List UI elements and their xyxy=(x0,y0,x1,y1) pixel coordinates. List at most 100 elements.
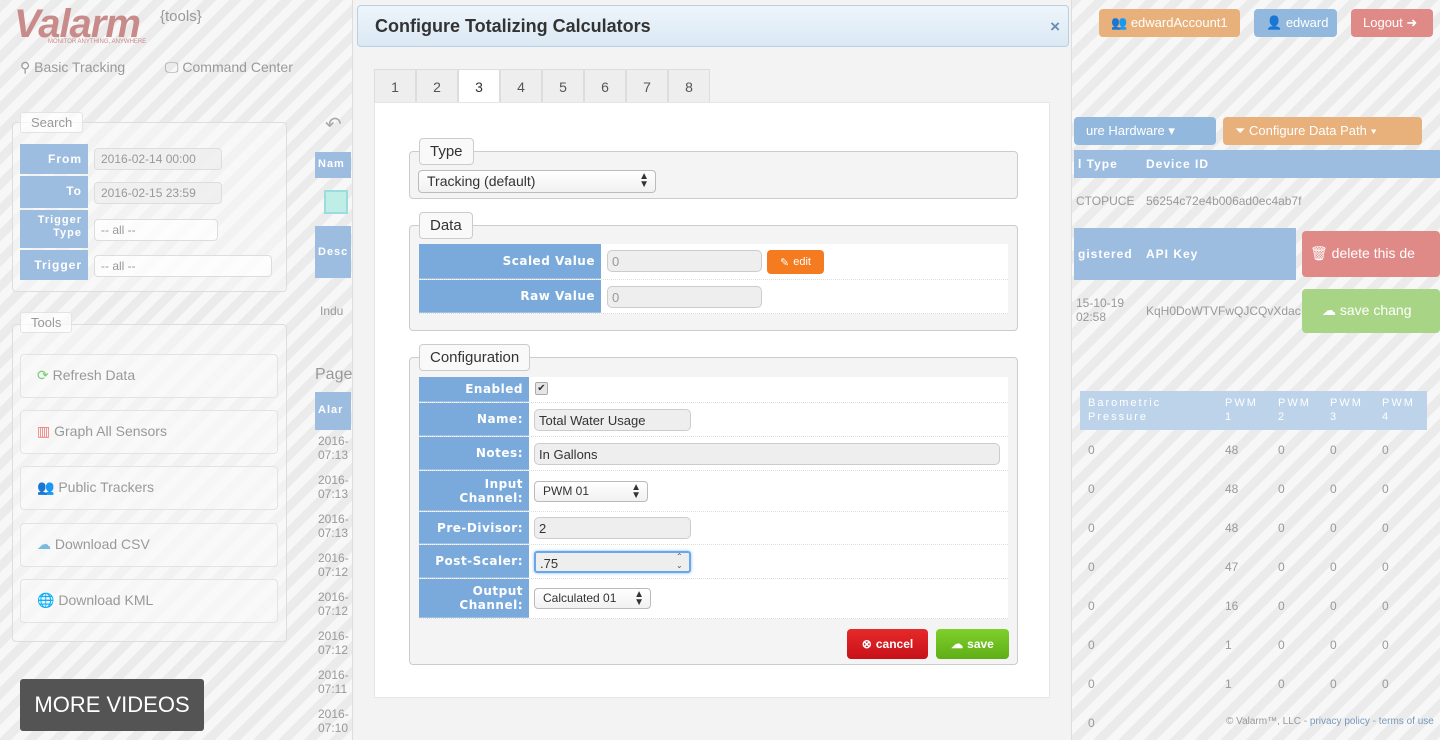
raw-value-label: Raw Value xyxy=(419,280,601,313)
input-channel-selected: PWM 01 xyxy=(543,484,590,498)
post-scaler-input[interactable]: .75 xyxy=(534,551,691,573)
public-trackers-button[interactable]: 👥 Public Trackers xyxy=(20,466,278,510)
tab-5[interactable]: 5 xyxy=(542,69,584,103)
to-input[interactable]: 2016-02-15 23:59 xyxy=(94,182,222,204)
sensor-cell: 0 xyxy=(1330,482,1337,496)
logout-button[interactable]: Logout ➜ xyxy=(1351,9,1433,37)
download-kml-button[interactable]: 🌐 Download KML xyxy=(20,579,278,623)
trigger-type-label: Trigger Type xyxy=(20,210,88,248)
globe-icon: 🌐 xyxy=(37,592,55,608)
timestamp-cell: 2016- 07:12 xyxy=(318,551,349,579)
tab-panel: Type Tracking (default) ▲ ▼ Data Scaled Va… xyxy=(374,102,1050,698)
configure-data-path-label: Configure Data Path xyxy=(1249,123,1367,138)
back-arrow-icon[interactable]: ↶ xyxy=(325,112,342,137)
sensor-header: PWM 4 xyxy=(1382,397,1415,423)
from-input[interactable]: 2016-02-14 00:00 xyxy=(94,148,222,170)
sensor-cell: 0 xyxy=(1330,443,1337,457)
cloud-download-icon: ☁ xyxy=(37,536,51,552)
tab-8[interactable]: 8 xyxy=(668,69,710,103)
trigger-select[interactable]: -- all -- xyxy=(94,255,272,277)
select-arrows-icon: ▲ ▼ xyxy=(631,482,641,501)
data-legend: Data xyxy=(419,212,473,239)
cancel-button[interactable]: ⊗ cancel xyxy=(847,629,928,659)
terms-link[interactable]: terms of use xyxy=(1379,716,1434,727)
trigger-label: Trigger xyxy=(20,250,88,280)
calculator-tabs: 1 2 3 4 5 6 7 8 xyxy=(374,69,710,103)
trigger-type-select[interactable]: -- all -- xyxy=(94,219,218,241)
sensor-cell: 0 xyxy=(1278,560,1285,574)
save-changes-button[interactable]: ☁ save chang xyxy=(1302,289,1440,333)
timestamp-date: 2016- xyxy=(318,434,349,448)
user-label: edward xyxy=(1285,15,1329,30)
edit-icon: ✎ xyxy=(780,256,790,269)
output-channel-select[interactable]: Calculated 01 ▲ ▼ xyxy=(534,588,651,609)
modal-header: Configure Totalizing Calculators × xyxy=(357,5,1069,47)
account-button[interactable]: 👥 edwardAccount1 xyxy=(1099,9,1240,37)
select-arrows-icon: ▲ ▼ xyxy=(639,171,649,190)
tab-6[interactable]: 6 xyxy=(584,69,626,103)
spinner-arrows-icon[interactable]: ⌃ ⌄ xyxy=(676,552,683,570)
api-key-header: API Key xyxy=(1146,247,1199,261)
sensor-cell: 0 xyxy=(1278,482,1285,496)
sensor-cell: 48 xyxy=(1225,482,1239,496)
edit-button[interactable]: ✎ edit xyxy=(767,250,824,274)
more-videos-button[interactable]: MORE VIDEOS xyxy=(20,679,204,731)
nav-basic-tracking[interactable]: ⚲ Basic Tracking xyxy=(20,59,125,76)
timestamp-date: 2016- xyxy=(318,590,349,604)
edit-label: edit xyxy=(793,256,811,268)
configure-data-path-button[interactable]: ⏷ Configure Data Path ▾ xyxy=(1223,117,1422,145)
enabled-checkbox[interactable]: ✔ xyxy=(535,382,548,395)
timestamp-time: 07:10 xyxy=(318,721,349,735)
user-button[interactable]: 👤 edward xyxy=(1254,9,1337,37)
raw-value-input[interactable]: 0 xyxy=(607,286,762,308)
privacy-link[interactable]: privacy policy xyxy=(1310,716,1370,727)
nav-command-center[interactable]: 🖵 Command Center xyxy=(165,59,293,76)
delete-device-button[interactable]: 🗑 delete this de xyxy=(1302,231,1440,277)
scaled-value-input[interactable]: 0 xyxy=(607,250,762,272)
close-icon[interactable]: × xyxy=(1050,17,1060,37)
tool-label: Refresh Data xyxy=(52,367,136,383)
cancel-circle-icon: ⊗ xyxy=(861,637,872,651)
sensor-cell: 0 xyxy=(1088,716,1095,730)
users-icon: 👥 xyxy=(1111,15,1128,30)
input-channel-select[interactable]: PWM 01 ▲ ▼ xyxy=(534,481,648,502)
tab-3[interactable]: 3 xyxy=(458,69,500,103)
color-swatch[interactable] xyxy=(324,190,348,214)
tool-label: Public Trackers xyxy=(58,479,155,495)
sensor-cell: 1 xyxy=(1225,638,1232,652)
sensor-header: PWM 3 xyxy=(1330,397,1363,423)
filter-icon: ⏷ xyxy=(1235,123,1246,138)
configure-hardware-button[interactable]: ure Hardware ▾ xyxy=(1074,117,1216,145)
notes-input[interactable]: In Gallons xyxy=(534,443,1000,465)
sensor-cell: 1 xyxy=(1225,677,1232,691)
name-input[interactable]: Total Water Usage xyxy=(534,409,691,431)
sensor-cell: 48 xyxy=(1225,521,1239,535)
tab-7[interactable]: 7 xyxy=(626,69,668,103)
registered-header-row: gistered API Key xyxy=(1074,228,1296,280)
refresh-data-button[interactable]: ⟳ Refresh Data xyxy=(20,354,278,398)
type-select[interactable]: Tracking (default) ▲ ▼ xyxy=(418,170,656,193)
sensor-cell: 0 xyxy=(1382,560,1389,574)
tab-2[interactable]: 2 xyxy=(416,69,458,103)
account-label: edwardAccount1 xyxy=(1130,15,1228,30)
pre-divisor-input[interactable]: 2 xyxy=(534,517,691,539)
timestamp-cell: 2016- 07:10 xyxy=(318,707,349,735)
cloud-upload-icon: ☁ xyxy=(1322,302,1336,318)
name-label: Name: xyxy=(419,403,529,436)
page-label: Page xyxy=(315,366,353,383)
download-csv-button[interactable]: ☁ Download CSV xyxy=(20,523,278,567)
save-changes-label: save chang xyxy=(1339,302,1412,318)
tab-4[interactable]: 4 xyxy=(500,69,542,103)
timestamp-time: 07:12 xyxy=(318,643,349,657)
tab-1[interactable]: 1 xyxy=(374,69,416,103)
type-selected: Tracking (default) xyxy=(427,173,536,189)
sensor-cell: 0 xyxy=(1382,599,1389,613)
save-label: save xyxy=(967,637,994,651)
graph-all-sensors-button[interactable]: ▥ Graph All Sensors xyxy=(20,410,278,454)
timestamp-time: 07:11 xyxy=(318,682,348,696)
save-button[interactable]: ☁ save xyxy=(936,629,1009,659)
output-channel-row: Output Channel: xyxy=(419,579,1008,619)
sensor-cell: 0 xyxy=(1088,443,1095,457)
output-channel-selected: Calculated 01 xyxy=(543,591,617,605)
from-label: From xyxy=(20,144,88,174)
